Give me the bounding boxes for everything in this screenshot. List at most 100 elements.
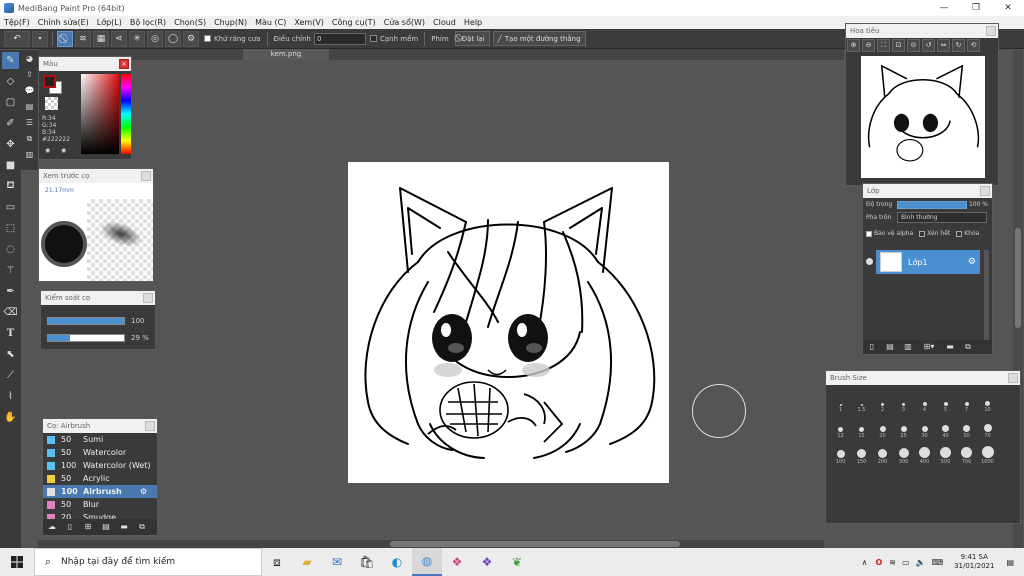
layer-item[interactable]: Lớp1 ⚙: [876, 250, 980, 274]
brush-size-preset[interactable]: 7: [956, 393, 977, 413]
clock[interactable]: 9:41 SA 31/01/2021: [954, 553, 994, 571]
foreground-color-swatch[interactable]: [43, 75, 56, 88]
text-tool[interactable]: T: [2, 325, 19, 342]
start-button[interactable]: [0, 548, 34, 576]
brush-size-preset[interactable]: 2: [872, 393, 893, 413]
layer-settings-icon[interactable]: ⚙: [968, 257, 976, 267]
keyboard-icon[interactable]: ⌨: [932, 558, 944, 567]
antialias-checkbox[interactable]: [204, 35, 211, 42]
rotate-left-button[interactable]: ↺: [922, 38, 935, 52]
menu-layer[interactable]: Lớp(L): [93, 18, 126, 27]
divide-tool[interactable]: ⟋: [2, 367, 19, 384]
lasso-tool[interactable]: ◌: [2, 241, 19, 258]
chat-toggle[interactable]: 💬: [22, 83, 37, 98]
zoom-out-button[interactable]: ⊖: [862, 38, 875, 52]
brush-size-preset[interactable]: 150: [851, 445, 872, 465]
brush-list-item[interactable]: 50 Sumi: [43, 433, 157, 446]
brush-settings-gear-icon[interactable]: ⚙: [140, 487, 147, 496]
transparent-color-swatch[interactable]: [45, 97, 58, 110]
menu-file[interactable]: Tệp(F): [0, 18, 34, 27]
radial-snap-button[interactable]: ✳: [129, 30, 145, 47]
brush-list-close-button[interactable]: [145, 421, 155, 431]
brush-size-preset[interactable]: 200: [872, 445, 893, 465]
new-halftone-layer-button[interactable]: ▤: [884, 341, 896, 353]
menu-edit[interactable]: Chỉnh sửa(E): [34, 18, 93, 27]
snap-settings-button[interactable]: ⚙: [183, 30, 199, 47]
adjust-input[interactable]: 0: [314, 32, 366, 45]
bucket-tool[interactable]: ⛾: [2, 178, 19, 195]
brush-opacity-slider[interactable]: [47, 334, 125, 342]
concentric-snap-button[interactable]: ◎: [147, 30, 163, 47]
document-tab[interactable]: kem.png: [243, 49, 329, 60]
duplicate-layer-button[interactable]: ⧉: [962, 341, 974, 353]
navigator-thumbnail[interactable]: [861, 56, 985, 178]
select-tool[interactable]: ⬚: [2, 220, 19, 237]
brush-size-preset[interactable]: 25: [893, 419, 914, 439]
new-brush-button[interactable]: ▯: [64, 521, 76, 533]
battery-icon[interactable]: ▭: [902, 558, 910, 567]
file-explorer-button[interactable]: ▰: [292, 548, 322, 576]
wifi-icon[interactable]: ≋: [889, 558, 896, 567]
add-layer-menu-button[interactable]: ⊞▾: [920, 341, 938, 353]
menu-tools[interactable]: Công cụ(T): [328, 18, 380, 27]
soft-edge-checkbox[interactable]: [370, 35, 377, 42]
maximize-button[interactable]: ❐: [960, 0, 992, 16]
gradient-tool[interactable]: ▭: [2, 199, 19, 216]
brush-size-preset[interactable]: 50: [956, 419, 977, 439]
menu-color[interactable]: Màu (C): [251, 18, 290, 27]
brush-size-preset[interactable]: 15: [851, 419, 872, 439]
brush-size-preset[interactable]: 40: [935, 419, 956, 439]
layer-visibility-toggle[interactable]: [866, 258, 873, 265]
brush-size-preset[interactable]: 300: [893, 445, 914, 465]
layer-opacity-slider[interactable]: [897, 201, 967, 209]
task-view-button[interactable]: ⧈: [262, 548, 292, 576]
select-pen-tool-2[interactable]: ✒: [2, 283, 19, 300]
store-button[interactable]: 🛍: [352, 548, 382, 576]
export-toggle[interactable]: ⇪: [22, 67, 37, 82]
brush-size-preset[interactable]: 500: [935, 445, 956, 465]
brush-control-close-button[interactable]: [143, 293, 153, 303]
horizontal-scroll-thumb[interactable]: [390, 541, 680, 547]
brush-size-preset[interactable]: 700: [956, 445, 977, 465]
eyedropper-mini-icon[interactable]: ◉: [61, 147, 66, 154]
menu-filter[interactable]: Bộ lọc(R): [126, 18, 170, 27]
hand-tool[interactable]: ✋: [2, 409, 19, 426]
clipping-checkbox[interactable]: [919, 230, 926, 237]
perspective-snap-button[interactable]: ⋖: [111, 30, 127, 47]
layer-folder-button[interactable]: ▬: [944, 341, 956, 353]
menu-cloud[interactable]: Cloud: [429, 18, 460, 27]
brush-size-close-button[interactable]: [1008, 373, 1018, 383]
select-pen-tool[interactable]: ✐: [2, 115, 19, 132]
brush-size-preset[interactable]: 1: [830, 393, 851, 413]
fit-button[interactable]: ⛶: [877, 38, 890, 52]
magic-wand-tool[interactable]: ⚚: [2, 262, 19, 279]
taskbar-search-box[interactable]: ⌕ Nhập tại đây để tìm kiếm: [34, 548, 262, 576]
circle-snap-button[interactable]: ◯: [165, 30, 181, 47]
undo-button[interactable]: ↶: [4, 30, 30, 47]
zoom-reset-button[interactable]: ⊝: [907, 38, 920, 52]
brush-copy-button[interactable]: ⧉: [136, 521, 148, 533]
brush-size-preset[interactable]: 20: [872, 419, 893, 439]
create-line-button[interactable]: ╱ Tạo một đường thẳng: [492, 31, 586, 46]
app-button-2[interactable]: ❖: [472, 548, 502, 576]
new-1bit-layer-button[interactable]: ▥: [902, 341, 914, 353]
brush-list-item[interactable]: 100 Watercolor (Wet): [43, 459, 157, 472]
brush-size-preset[interactable]: 400: [914, 445, 935, 465]
menu-view[interactable]: Xem(V): [290, 18, 328, 27]
rotate-right-button[interactable]: ↻: [952, 38, 965, 52]
eraser-tool[interactable]: ◇: [2, 73, 19, 90]
layer-list-scrollbar[interactable]: [984, 250, 989, 340]
close-button[interactable]: ✕: [992, 0, 1024, 16]
brush-list-item[interactable]: 50 Blur: [43, 498, 157, 511]
eyedropper-tool[interactable]: ⌇: [2, 388, 19, 405]
brush-size-preset[interactable]: 1.5: [851, 393, 872, 413]
brush-folder-button[interactable]: ▬: [118, 521, 130, 533]
navigator-close-button[interactable]: [986, 26, 996, 36]
menu-snap[interactable]: Chụp(N): [210, 18, 251, 27]
actual-size-button[interactable]: ⊡: [892, 38, 905, 52]
brush-list-item[interactable]: 100 Airbrush ⚙: [43, 485, 157, 498]
undo-dropdown[interactable]: ▾: [32, 30, 48, 47]
blend-mode-select[interactable]: Bình thường: [897, 212, 987, 223]
minimize-button[interactable]: —: [928, 0, 960, 16]
protect-alpha-checkbox[interactable]: [866, 230, 872, 237]
